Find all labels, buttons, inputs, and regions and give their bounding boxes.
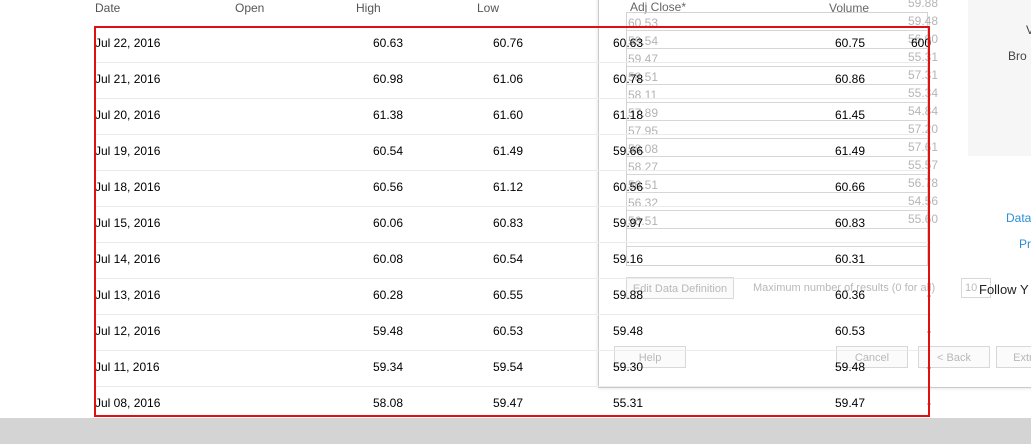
side-label-v: V <box>1026 23 1031 37</box>
cell-adj: 60.31 <box>834 252 865 266</box>
cell-low: 60.56 <box>612 180 643 194</box>
cell-adj: 60.53 <box>834 324 865 338</box>
side-panel <box>968 0 1031 156</box>
side-link-data[interactable]: Data <box>1006 211 1031 225</box>
table-row: Jul 12, 2016 59.48 60.53 59.48 60.53 - <box>95 314 931 351</box>
cell-date: Jul 22, 2016 <box>95 36 161 50</box>
cell-low: 60.63 <box>612 36 643 50</box>
cell-open: 60.56 <box>372 180 403 194</box>
follow-link[interactable]: Follow Y <box>979 282 1029 297</box>
cell-low: 59.97 <box>612 216 643 230</box>
side-top-label: W <box>1010 0 1019 2</box>
table-row: Jul 19, 2016 60.54 61.49 59.66 61.49 <box>95 134 931 171</box>
table-row: Jul 20, 2016 61.38 61.60 61.18 61.45 <box>95 98 931 135</box>
cell-open: 60.06 <box>372 216 403 230</box>
cell-low: 55.31 <box>612 396 643 410</box>
cell-adj: 60.86 <box>834 72 865 86</box>
cell-adj: 60.75 <box>834 36 865 50</box>
cell-high: 60.76 <box>492 36 523 50</box>
cell-open: 59.48 <box>372 324 403 338</box>
extract-button[interactable]: Extra <box>996 346 1031 368</box>
cell-high: 59.47 <box>492 396 523 410</box>
cell-adj: 59.47 <box>834 396 865 410</box>
cell-high: 61.12 <box>492 180 523 194</box>
cell-date: Jul 14, 2016 <box>95 252 161 266</box>
cell-open: 60.54 <box>372 144 403 158</box>
cell-date: Jul 13, 2016 <box>95 288 161 302</box>
cell-vol: - <box>927 288 931 302</box>
cell-open: 60.98 <box>372 72 403 86</box>
cell-date: Jul 18, 2016 <box>95 180 161 194</box>
table-row: Jul 18, 2016 60.56 61.12 60.56 60.66 <box>95 170 931 207</box>
cell-date: Jul 08, 2016 <box>95 396 161 410</box>
preview-right-value: 59.88 <box>908 0 939 10</box>
cell-high: 59.54 <box>492 360 523 374</box>
column-header-date: Date <box>95 1 121 15</box>
cell-high: 61.06 <box>492 72 523 86</box>
cell-date: Jul 20, 2016 <box>95 108 161 122</box>
column-header-open: Open <box>235 1 265 15</box>
cell-open: 61.38 <box>372 108 403 122</box>
column-header-high: High <box>356 1 381 15</box>
table-row: Jul 13, 2016 60.28 60.55 59.88 60.36 - <box>95 278 931 315</box>
column-header-low: Low <box>477 1 500 15</box>
cell-high: 60.83 <box>492 216 523 230</box>
table-row: Jul 14, 2016 60.08 60.54 59.16 60.31 <box>95 242 931 279</box>
cell-vol: 600 <box>910 36 931 50</box>
cell-open: 60.28 <box>372 288 403 302</box>
cell-date: Jul 19, 2016 <box>95 144 161 158</box>
cell-adj: 61.45 <box>834 108 865 122</box>
cell-open: 58.08 <box>372 396 403 410</box>
cell-date: Jul 11, 2016 <box>95 360 160 374</box>
cell-adj: 60.83 <box>834 216 865 230</box>
cell-open: 59.34 <box>372 360 403 374</box>
table-row: Jul 15, 2016 60.06 60.83 59.97 60.83 <box>95 206 931 243</box>
cell-date: Jul 12, 2016 <box>95 324 161 338</box>
page-footer-bar <box>0 418 1031 444</box>
table-row: Jul 21, 2016 60.98 61.06 60.78 60.86 <box>95 62 931 99</box>
cell-vol: - <box>927 324 931 338</box>
cell-date: Jul 15, 2016 <box>95 216 161 230</box>
cell-vol: - <box>927 396 931 410</box>
cell-vol: - <box>927 360 931 374</box>
cell-open: 60.63 <box>372 36 403 50</box>
cell-open: 60.08 <box>372 252 403 266</box>
cell-high: 61.49 <box>492 144 523 158</box>
cell-low: 59.30 <box>612 360 643 374</box>
cell-low: 59.66 <box>612 144 643 158</box>
cell-low: 59.48 <box>612 324 643 338</box>
cell-low: 60.78 <box>612 72 643 86</box>
cell-high: 60.53 <box>492 324 523 338</box>
table-row: Jul 11, 2016 59.34 59.54 59.30 59.48 - <box>95 350 931 387</box>
cell-high: 61.60 <box>492 108 523 122</box>
cell-adj: 60.66 <box>834 180 865 194</box>
table-row: Jul 22, 2016 60.63 60.76 60.63 60.75 600 <box>95 26 931 63</box>
cell-adj: 59.48 <box>834 360 865 374</box>
cell-low: 59.88 <box>612 288 643 302</box>
side-link-pr[interactable]: Pr <box>1019 237 1031 251</box>
cell-low: 59.16 <box>612 252 643 266</box>
cell-low: 61.18 <box>612 108 643 122</box>
cell-high: 60.55 <box>492 288 523 302</box>
cell-adj: 61.49 <box>834 144 865 158</box>
cell-adj: 60.36 <box>834 288 865 302</box>
cell-high: 60.54 <box>492 252 523 266</box>
side-label-browse[interactable]: Bro <box>1008 49 1027 63</box>
cell-date: Jul 21, 2016 <box>95 72 161 86</box>
